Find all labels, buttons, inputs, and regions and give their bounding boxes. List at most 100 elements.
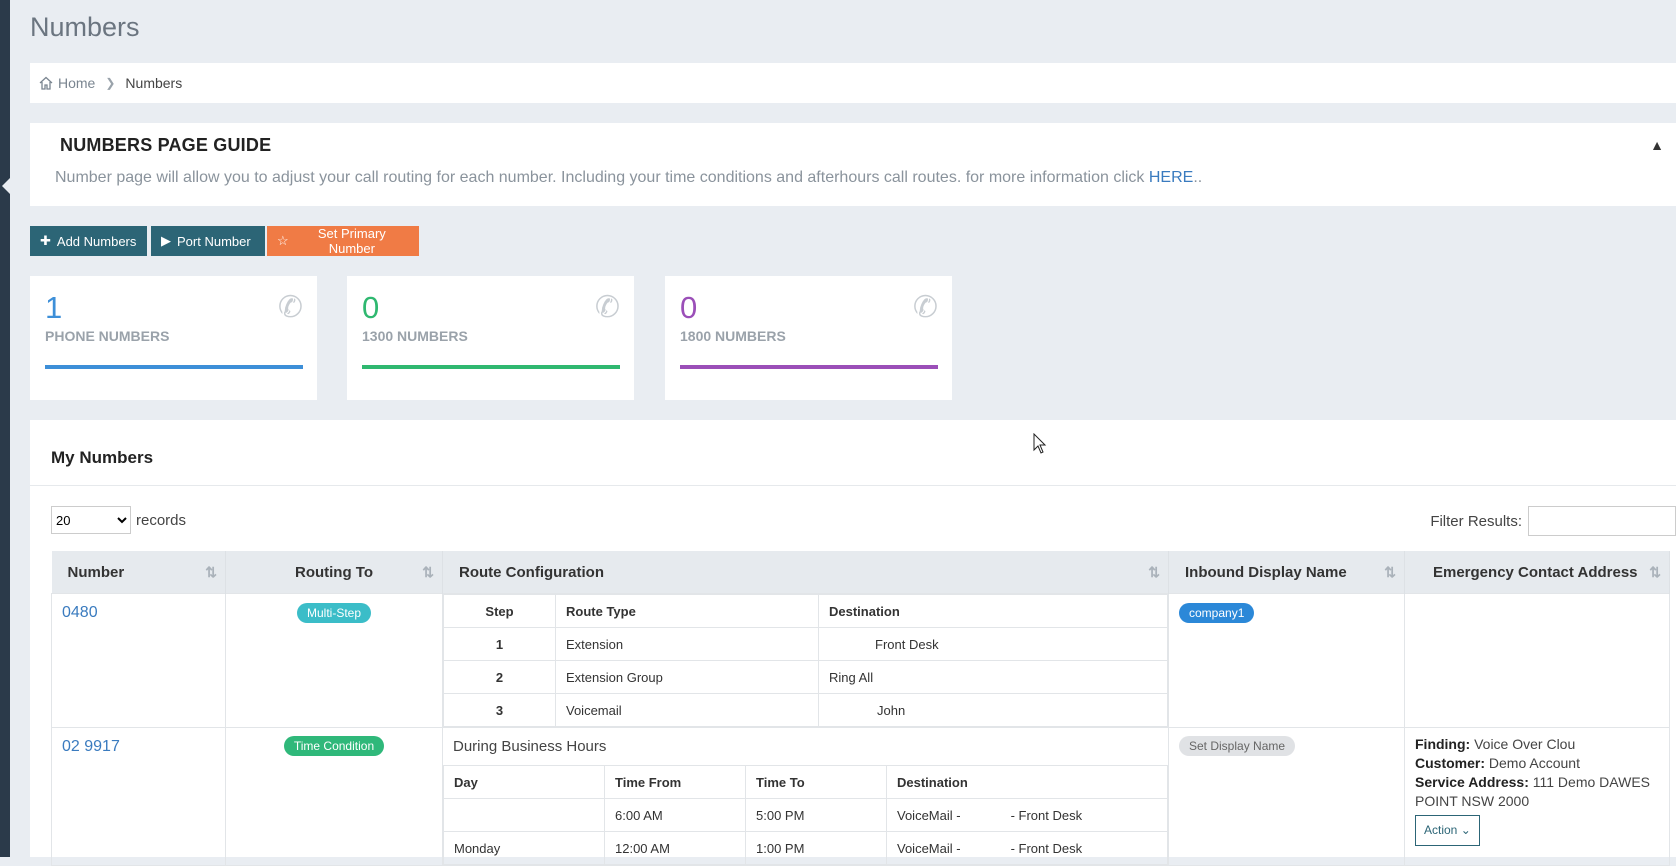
stat-value: 0 [362,290,380,325]
step-row: 3 Voicemail John [443,693,1168,727]
col-header-inbound[interactable]: Inbound Display Name ⇅ [1168,551,1405,594]
guide-text: Number page will allow you to adjust you… [55,169,1149,186]
stat-bar [362,365,620,369]
star-icon: ☆ [277,233,289,248]
stat-label: 1800 NUMBERS [680,328,786,344]
set-primary-number-label: Set Primary Number [317,226,386,256]
sort-icon: ⇅ [1649,564,1661,580]
phone-icon: ✆ [912,291,938,324]
sort-icon: ⇅ [1148,564,1160,580]
step-type: Extension Group [555,660,819,694]
routing-badge: Multi-Step [296,603,372,623]
add-numbers-button[interactable]: ✚ Add Numbers [30,226,147,256]
phone-icon: ✆ [594,291,620,324]
stat-label: 1300 NUMBERS [362,328,468,344]
sub-header-step: Step [443,594,556,628]
stat-bar [680,365,938,369]
port-number-button[interactable]: ▶ Port Number [151,226,265,256]
step-number: 3 [443,693,556,727]
add-numbers-label: Add Numbers [56,233,137,249]
stat-1800-numbers: 0 1800 NUMBERS ✆ [665,276,952,400]
filter-label: Filter Results: [1430,512,1522,530]
set-primary-number-button[interactable]: ☆ Set Primary Number [267,226,419,256]
col-header-label: Routing To [294,563,374,581]
step-number: 2 [443,660,556,694]
time-dest-a: VoiceMail - [897,840,961,856]
action-label: Action [1424,823,1458,837]
numbers-table: Number ⇅ Routing To ⇅ Route Configuration ⇅… [51,551,1670,866]
col-header-route-config[interactable]: Route Configuration ⇅ [442,551,1169,594]
guide-title: NUMBERS PAGE GUIDE [60,135,272,155]
number-link[interactable]: 0480 [52,594,225,632]
step-number: 1 [443,627,556,661]
action-dropdown-button[interactable]: Action ⌄ [1415,815,1480,846]
section-title: During Business Hours [453,738,607,755]
guide-text-block: Number page will allow you to adjust you… [55,169,1202,187]
filter-input[interactable] [1528,506,1676,536]
chevron-down-icon: ⌄ [1460,823,1471,837]
step-row: 2 Extension Group Ring All [443,660,1168,694]
port-number-label: Port Number [177,233,251,249]
number-link[interactable]: 02 9917 [52,728,225,766]
col-header-number[interactable]: Number ⇅ [51,551,226,594]
my-numbers-panel: My Numbers 20 records Filter Results: Nu… [30,420,1676,866]
sub-header-type: Route Type [555,594,819,628]
time-day [443,798,605,832]
time-to: 5:00 PM [745,798,887,832]
guide-help-link[interactable]: HERE [1149,169,1193,186]
sub-header-dest: Destination [818,594,1168,628]
customer-label: Customer: [1415,755,1486,771]
page-guide: NUMBERS PAGE GUIDE ▲ Number page will al… [30,123,1676,206]
stat-1300-numbers: 0 1300 NUMBERS ✆ [347,276,634,400]
play-square-icon: ▶ [161,233,171,248]
divider [30,485,1676,486]
time-row: 6:00 AM 5:00 PM VoiceMail - - Front Desk [443,798,1168,832]
breadcrumb: Home ❯ Numbers [30,63,1676,103]
chevron-right-icon: ❯ [105,76,116,90]
records-control: 20 records [51,506,186,534]
route-steps-table: Step Route Type Destination 1 Extension … [443,594,1168,727]
home-icon [39,76,53,90]
step-type: Extension [555,627,819,661]
sub-header-dest: Destination [886,765,1168,799]
col-header-routing[interactable]: Routing To ⇅ [225,551,443,594]
set-display-name-button[interactable]: Set Display Name [1179,736,1296,756]
stat-value: 1 [45,290,63,325]
plus-icon: ✚ [40,233,51,248]
col-header-label: Number [67,563,125,581]
sort-desc-icon: ⇅ [205,564,217,580]
page-title: Numbers [30,12,140,42]
step-dest: Front Desk [818,627,1168,661]
step-row: 1 Extension Front Desk [443,627,1168,661]
time-from: 6:00 AM [604,798,746,832]
time-dest-b: - Front Desk [1010,840,1083,856]
sort-icon: ⇅ [1384,564,1396,580]
col-header-label: Emergency Contact Address [1433,563,1638,581]
customer-value: Demo Account [1488,755,1580,771]
stat-value: 0 [680,290,698,325]
display-name-badge: company1 [1179,603,1255,623]
col-header-emergency[interactable]: Emergency Contact Address ⇅ [1404,551,1670,594]
time-dest: VoiceMail - - Front Desk [886,798,1168,832]
sidebar-toggle[interactable] [2,176,12,196]
breadcrumb-home[interactable]: Home [58,75,95,91]
page-size-select[interactable]: 20 [51,506,131,534]
time-row: Monday 12:00 AM 1:00 PM VoiceMail - - Fro… [443,831,1168,865]
step-dest: John [818,693,1168,727]
finding-label: Finding: [1415,736,1471,752]
mouse-cursor-icon [1033,433,1047,454]
filter-control: Filter Results: [1430,506,1676,536]
chevron-up-icon[interactable]: ▲ [1650,137,1664,153]
sort-icon: ⇅ [422,564,434,580]
table-row: 02 9917 Time Condition During Business H… [51,727,1670,866]
stat-label: PHONE NUMBERS [45,328,170,344]
time-dest: VoiceMail - - Front Desk [886,831,1168,865]
time-to: 1:00 PM [745,831,887,865]
phone-icon: ✆ [277,291,303,324]
breadcrumb-current: Numbers [125,75,183,91]
time-condition-table: Day Time From Time To Destination 6:00 A… [443,765,1168,865]
table-row: 0480 Multi-Step Step Route Type Destinat… [51,593,1670,728]
guide-link-suffix: .. [1193,169,1203,186]
stat-phone-numbers: 1 PHONE NUMBERS ✆ [30,276,317,400]
col-header-label: Inbound Display Name [1185,563,1347,581]
